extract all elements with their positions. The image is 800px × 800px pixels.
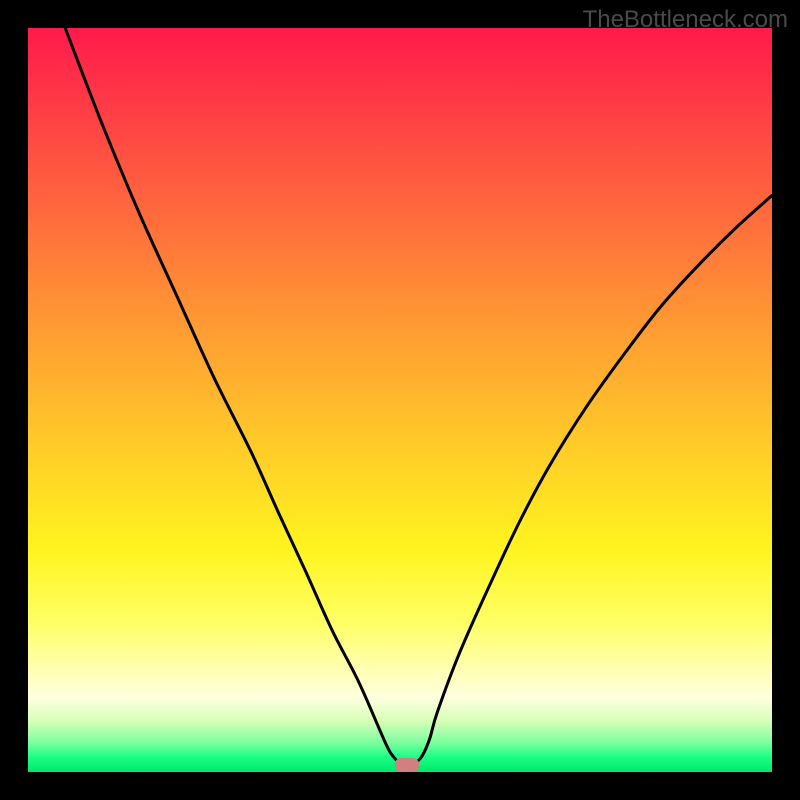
optimum-marker <box>395 758 419 772</box>
watermark-text: TheBottleneck.com <box>583 6 788 34</box>
curve-svg <box>28 28 772 772</box>
bottleneck-curve <box>65 28 772 765</box>
chart-frame: { "watermark": "TheBottleneck.com", "cha… <box>0 0 800 800</box>
plot-area <box>28 28 772 772</box>
